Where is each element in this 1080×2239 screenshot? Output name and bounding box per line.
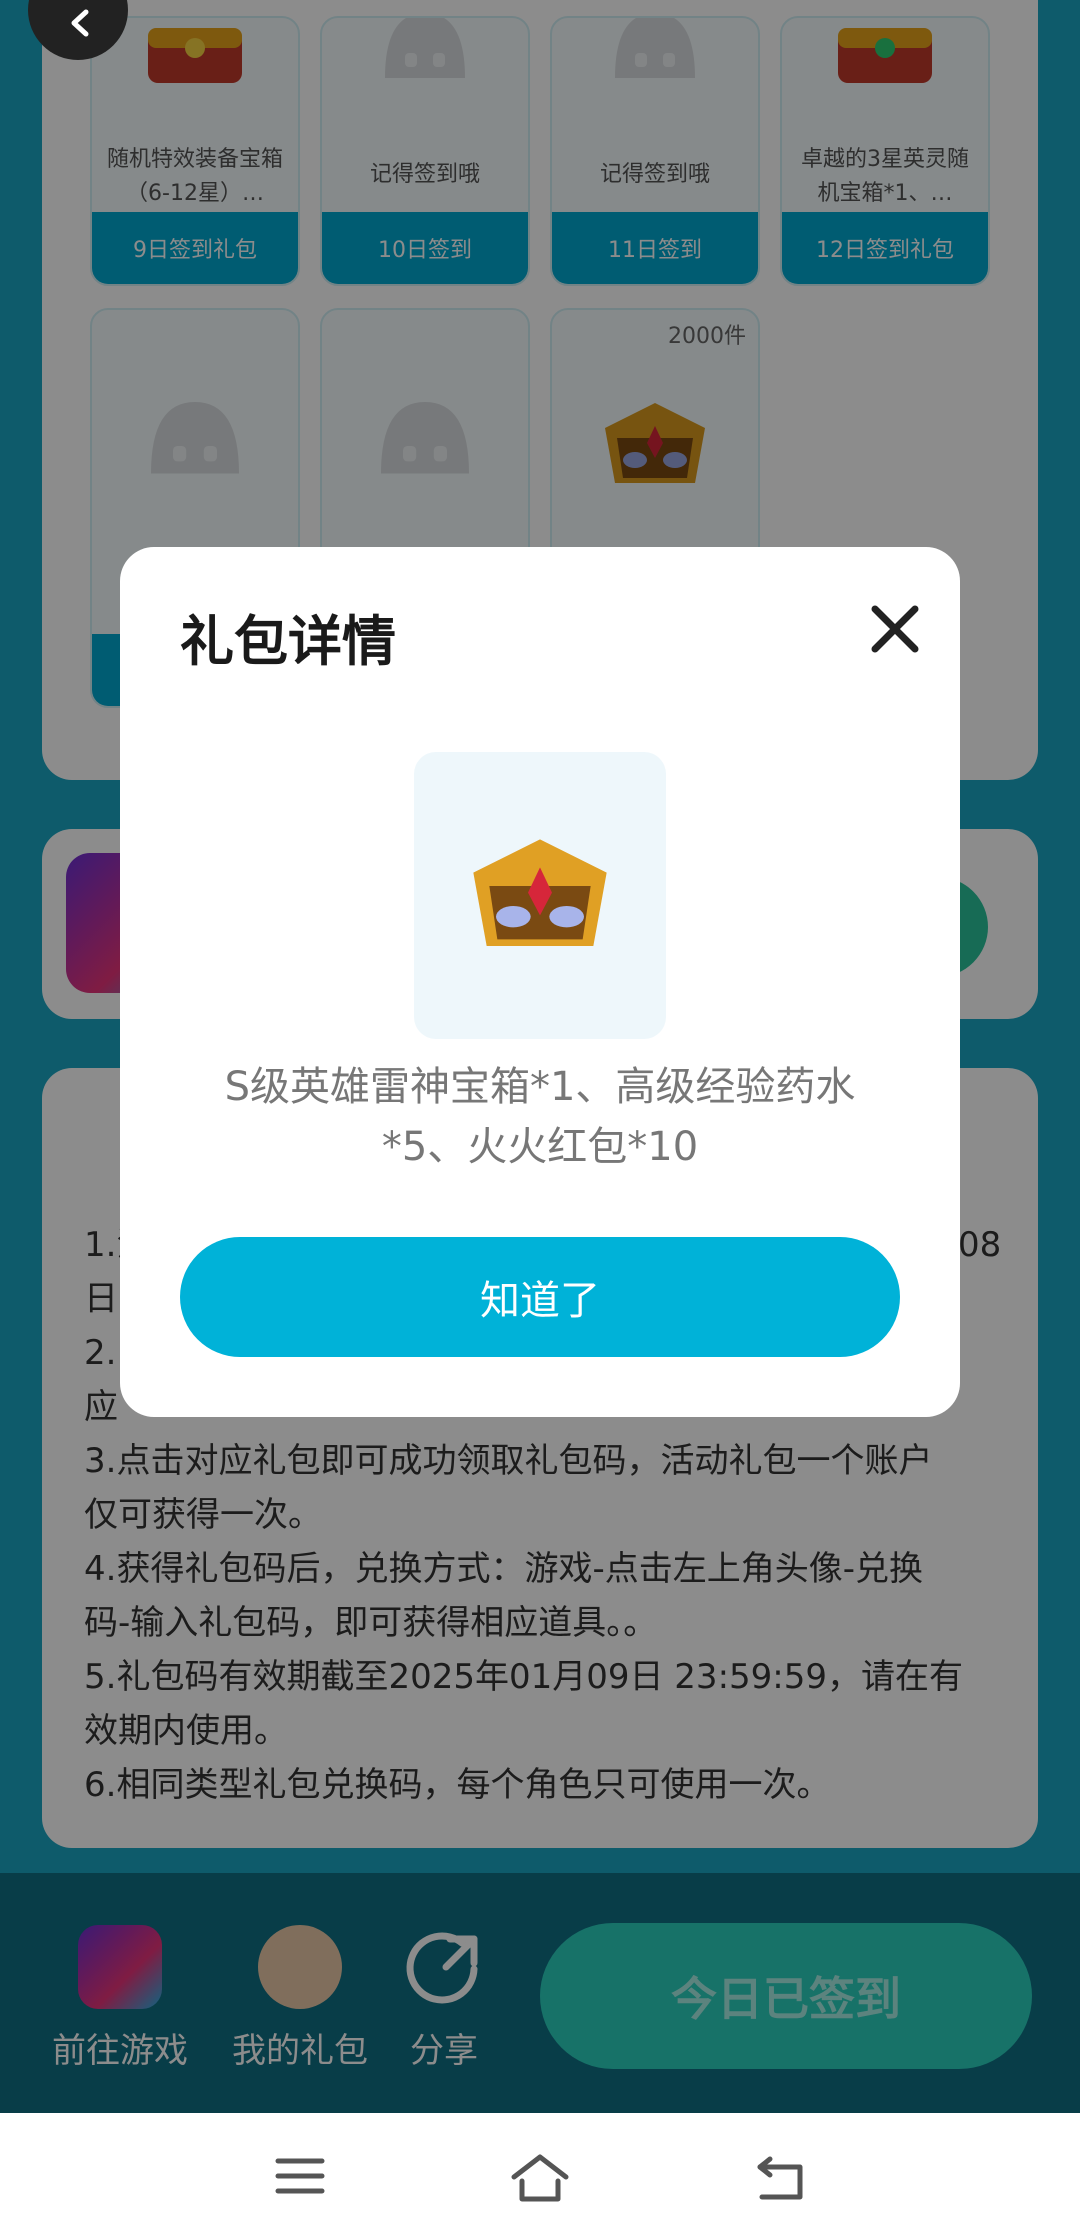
modal-title: 礼包详情 <box>180 610 396 673</box>
close-icon[interactable] <box>865 599 925 659</box>
prize-image-box <box>414 752 666 1039</box>
treasure-chest-icon <box>473 838 607 946</box>
gift-detail-modal: 礼包详情 S级英雄雷神宝箱*1、高级经验药水*5、火火红包*10 知道了 <box>120 547 960 1417</box>
back-nav-icon[interactable] <box>752 2151 808 2209</box>
home-icon[interactable] <box>508 2151 572 2209</box>
got-it-button[interactable]: 知道了 <box>180 1237 900 1357</box>
menu-icon[interactable] <box>272 2151 328 2205</box>
system-nav-bar <box>0 2113 1080 2239</box>
prize-description: S级英雄雷神宝箱*1、高级经验药水*5、火火红包*10 <box>224 1064 856 1170</box>
chevron-left-icon <box>71 9 89 37</box>
